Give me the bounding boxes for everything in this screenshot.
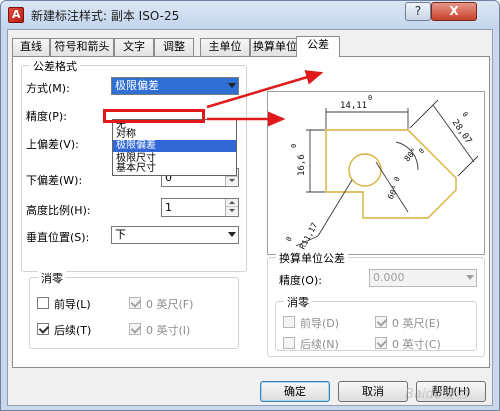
- annotation-arrows: [206, 70, 324, 127]
- dialog-window: 新建标注样式: 副本 ISO-25 ? X 直线 符号和箭头 文字 调整 主单位…: [0, 0, 500, 411]
- annotation-arrow-top: [206, 70, 324, 109]
- watermark-text: Baidu经验: [405, 387, 468, 402]
